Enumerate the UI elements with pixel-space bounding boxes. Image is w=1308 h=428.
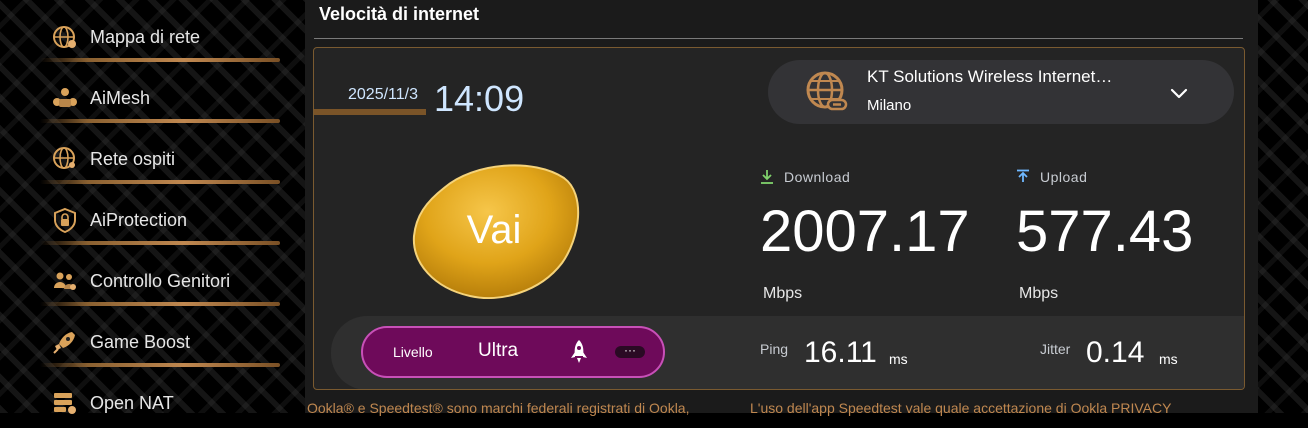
sidebar-item-label: AiMesh — [90, 88, 151, 108]
sidebar-divider — [40, 241, 280, 245]
go-button-label: Vai — [466, 208, 522, 252]
upload-unit: Mbps — [1019, 285, 1059, 302]
aimesh-icon — [53, 88, 77, 107]
server-selector[interactable]: KT Solutions Wireless Internet… Milano — [768, 60, 1234, 124]
chevron-down-icon[interactable] — [1168, 82, 1190, 104]
sidebar-item-label: Rete ospiti — [90, 149, 176, 169]
upload-value: 577.43 — [1016, 199, 1194, 264]
jitter-label: Jitter — [1040, 341, 1071, 357]
download-value: 2007.17 — [760, 199, 970, 264]
rocket-icon — [53, 332, 75, 354]
sidebar-item-open-nat[interactable]: Open NAT — [40, 372, 280, 428]
date-underline — [314, 109, 426, 115]
footer-trademark-text: Ookla® e Speedtest® sono marchi federali… — [307, 400, 690, 416]
test-time: 14:09 — [434, 78, 525, 119]
sidebar-item-network-map[interactable]: Mappa di rete — [40, 6, 280, 62]
sidebar: Mappa di rete AiMesh Rete ospiti AiProte… — [0, 0, 296, 414]
jitter-value: 0.14 — [1086, 336, 1145, 369]
level-label: Livello — [393, 344, 433, 360]
ping-unit: ms — [889, 351, 908, 367]
download-label: Download — [784, 169, 851, 185]
upload-arrow-icon — [1017, 169, 1029, 182]
sidebar-divider — [40, 180, 280, 184]
server-city: Milano — [867, 97, 912, 114]
speedtest-card: 2025/11/3 14:09 KT Solutions Wireless In… — [313, 47, 1245, 390]
network-map-icon — [53, 26, 76, 48]
sidebar-item-guest-network[interactable]: Rete ospiti — [40, 128, 280, 184]
sidebar-item-label: Open NAT — [90, 393, 174, 413]
download-arrow-icon — [761, 170, 773, 184]
level-value: Ultra — [478, 340, 519, 361]
go-button[interactable]: Vai — [404, 158, 584, 304]
bottom-strip: Livello Ultra ··· Ping 16.11 ms Jitter 0… — [331, 316, 1244, 389]
sidebar-item-aiprotection[interactable]: AiProtection — [40, 189, 280, 245]
sidebar-item-parental-control[interactable]: Controllo Genitori — [40, 250, 280, 306]
jitter-unit: ms — [1159, 351, 1178, 367]
sidebar-divider — [40, 302, 280, 306]
test-date: 2025/11/3 — [348, 86, 418, 103]
open-nat-icon — [54, 393, 76, 414]
globe-link-icon — [806, 71, 848, 111]
download-unit: Mbps — [763, 285, 803, 302]
ping-value: 16.11 — [804, 336, 877, 369]
footer-privacy-text: L'uso dell'app Speedtest vale quale acce… — [750, 400, 1172, 416]
shield-lock-icon — [54, 207, 76, 233]
parental-control-icon — [54, 272, 76, 290]
title-divider — [314, 38, 1243, 39]
page-title: Velocità di internet — [319, 4, 480, 24]
level-selector[interactable]: Livello Ultra ··· — [361, 326, 665, 378]
upload-label: Upload — [1040, 169, 1088, 185]
guest-network-icon — [53, 147, 75, 169]
sidebar-divider — [40, 58, 280, 62]
server-name: KT Solutions Wireless Internet… — [867, 67, 1113, 86]
sidebar-item-label: AiProtection — [90, 210, 188, 230]
more-options-button[interactable]: ··· — [615, 344, 645, 358]
sidebar-item-game-boost[interactable]: Game Boost — [40, 311, 280, 367]
sidebar-item-label: Controllo Genitori — [90, 271, 231, 291]
ping-label: Ping — [760, 341, 789, 357]
sidebar-item-label: Game Boost — [90, 332, 191, 352]
sidebar-item-aimesh[interactable]: AiMesh — [40, 67, 280, 123]
rocket-icon — [571, 340, 587, 363]
sidebar-item-label: Mappa di rete — [90, 27, 201, 47]
main-panel: Velocità di internet 2025/11/3 14:09 KT … — [305, 0, 1258, 416]
sidebar-divider — [40, 363, 280, 367]
sidebar-divider — [40, 119, 280, 123]
